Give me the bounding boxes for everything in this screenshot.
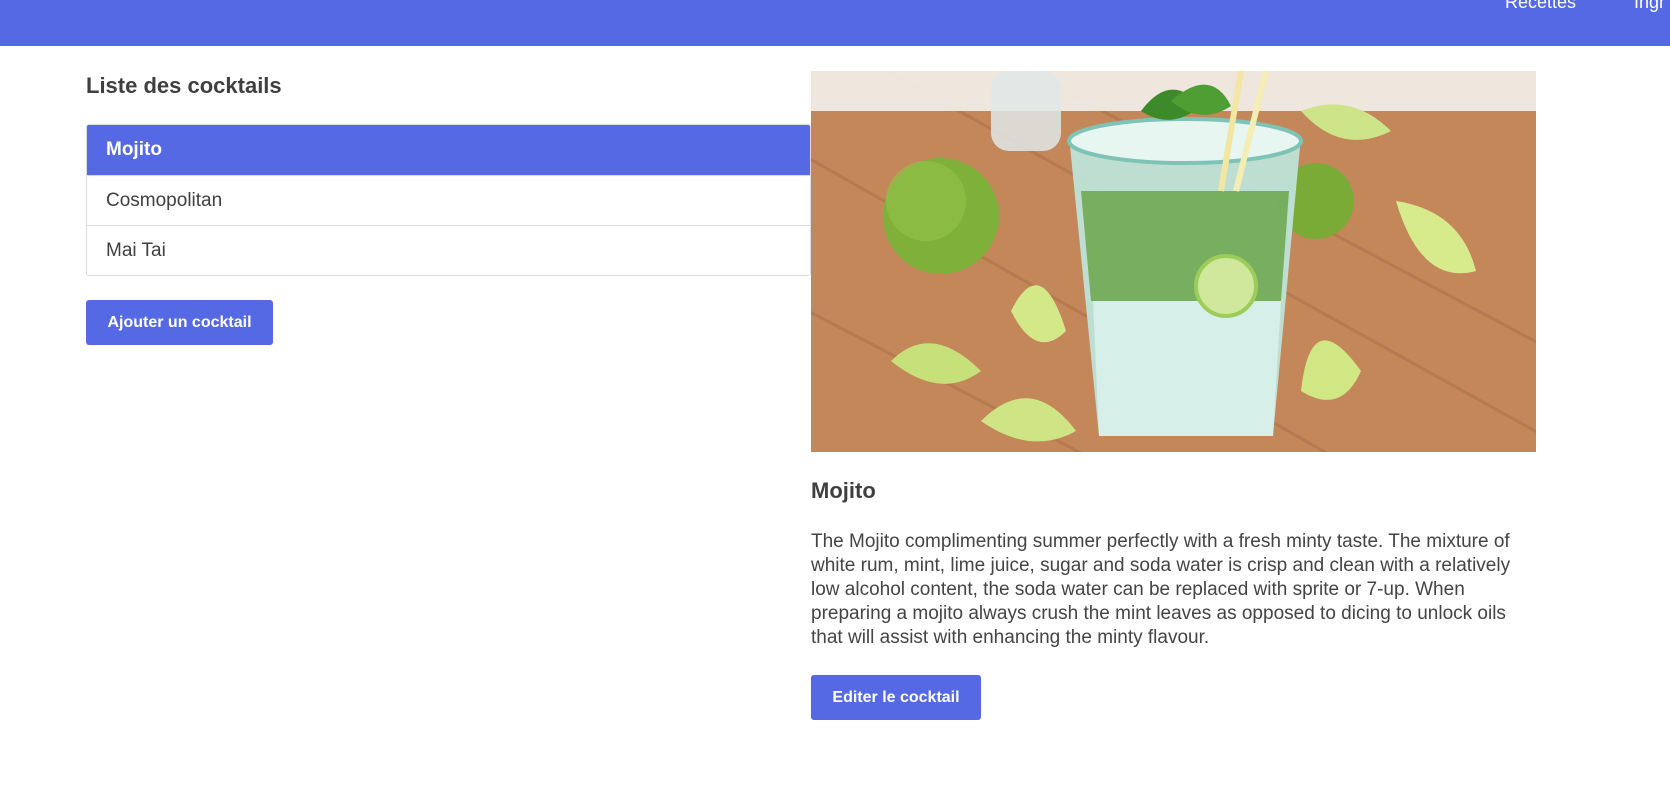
list-item-cosmopolitan[interactable]: Cosmopolitan [87, 175, 810, 225]
top-navbar: Recettes Ingr [0, 0, 1670, 46]
nav-link-recettes[interactable]: Recettes [1505, 0, 1576, 13]
cocktail-image [811, 71, 1536, 452]
nav-link-ingredients[interactable]: Ingr [1634, 0, 1665, 13]
add-cocktail-button[interactable]: Ajouter un cocktail [86, 300, 273, 345]
cocktail-detail-title: Mojito [811, 478, 876, 503]
cocktail-list: Mojito Cosmopolitan Mai Tai [86, 124, 811, 276]
list-item-mai-tai[interactable]: Mai Tai [87, 225, 810, 275]
mojito-photo-icon [811, 71, 1536, 452]
edit-cocktail-button[interactable]: Editer le cocktail [811, 675, 981, 720]
list-item-mojito[interactable]: Mojito [87, 125, 810, 175]
cocktail-description: The Mojito complimenting summer perfectl… [811, 531, 1511, 648]
cocktail-list-title: Liste des cocktails [86, 73, 282, 98]
